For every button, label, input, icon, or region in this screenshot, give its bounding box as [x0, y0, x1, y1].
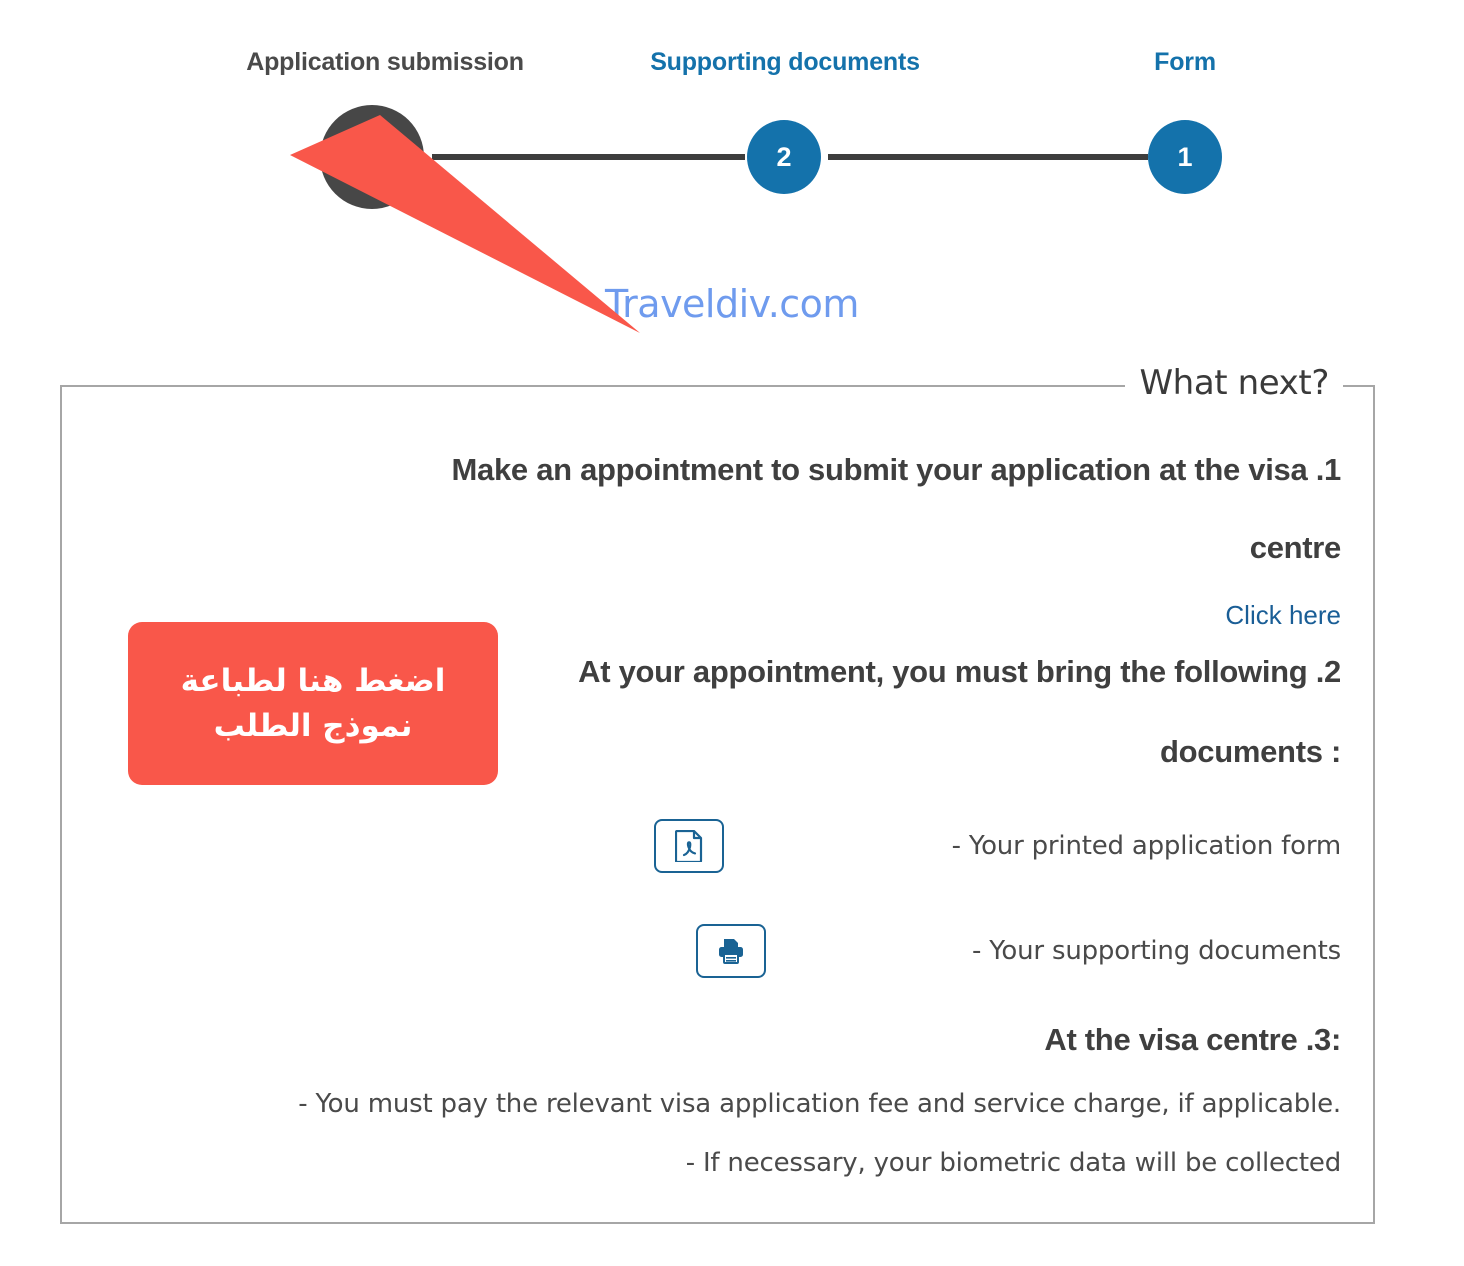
step-circle-3[interactable]: 3 [320, 105, 424, 209]
item2-heading-line2: : documents [1160, 734, 1341, 769]
step-label-application-submission: Application submission [246, 48, 524, 76]
item1-heading-line2: centre [1249, 530, 1342, 565]
step-circle-1[interactable]: 1 [1148, 120, 1222, 194]
step-number-1: 1 [1177, 141, 1193, 172]
item3-heading: :At the visa centre .3 [1044, 1022, 1341, 1057]
connector-line-3-to-2 [432, 154, 745, 160]
step-circle-2[interactable]: 2 [747, 120, 821, 194]
connector-line-2-to-1 [828, 154, 1148, 160]
what-next-panel: ?What next Make an appointment to submit… [60, 363, 1375, 1224]
document-label-supporting-documents: Your supporting documents - [971, 936, 1341, 966]
item1-heading-line1: Make an appointment to submit your appli… [451, 452, 1342, 487]
item3-line-fee: .You must pay the relevant visa applicat… [298, 1089, 1341, 1119]
appointment-link-row: Click here [62, 600, 1373, 631]
printer-icon [716, 937, 746, 965]
progress-stepper: Application submission Supporting docume… [0, 0, 1464, 240]
step-label-supporting-documents: Supporting documents [650, 48, 920, 76]
step-number-3: 3 [363, 140, 381, 173]
step-label-form: Form [1154, 48, 1216, 76]
print-supporting-documents-button[interactable] [695, 924, 766, 978]
document-row-supporting-documents: Your supporting documents - [695, 924, 1341, 978]
item3-line-biometric: If necessary, your biometric data will b… [685, 1148, 1342, 1178]
pdf-file-icon [674, 829, 703, 864]
item2-heading-line1: At your appointment, you must bring the … [578, 654, 1341, 689]
document-row-printed-form: Your printed application form - [653, 819, 1342, 873]
click-here-link[interactable]: Click here [1225, 600, 1341, 630]
step-number-2: 2 [776, 141, 792, 172]
site-watermark: Traveldiv.com [605, 282, 859, 326]
document-label-printed-form: Your printed application form - [951, 831, 1342, 861]
print-application-form-button[interactable] [653, 819, 724, 873]
